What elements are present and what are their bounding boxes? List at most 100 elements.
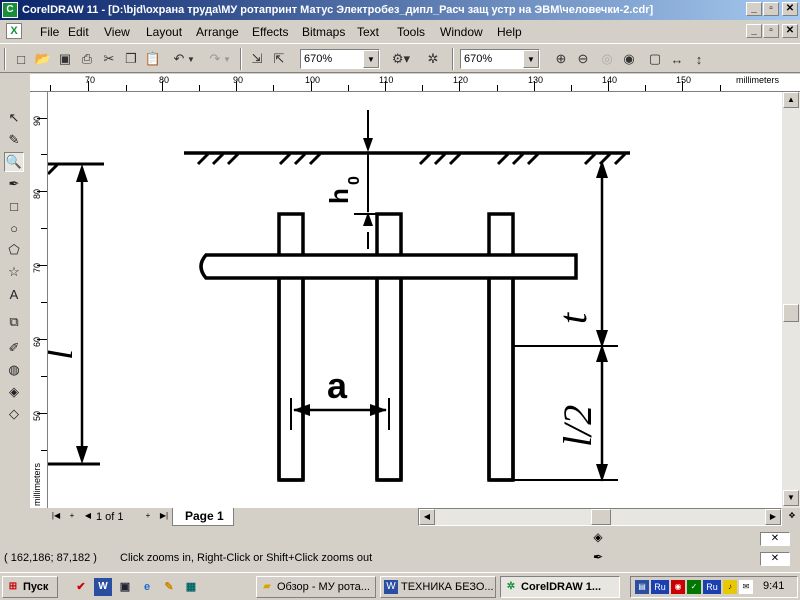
keyboard-tray-icon[interactable]: Ru [703,580,721,594]
chevron-down-icon[interactable]: ▼ [523,50,539,68]
add-page-after-button[interactable]: + [140,509,156,525]
save-icon[interactable]: ▣ [56,50,74,68]
application-launcher-icon[interactable]: ⚙▾ [388,50,414,68]
speaker-tray-icon[interactable]: ♪ [723,580,737,594]
zoom-height-icon[interactable]: ↕ [690,50,708,68]
cut-icon[interactable]: ✂ [100,50,118,68]
zoom-out-icon[interactable]: ⊖ [574,50,592,68]
navigator-icon[interactable]: ✥ [784,509,800,525]
menu-arrange[interactable]: Arrange [196,24,239,40]
outline-indicator-icon[interactable]: ✒ [590,550,606,566]
document-icon[interactable]: X [6,23,22,39]
antivirus-tray-icon[interactable]: ◉ [671,580,685,594]
pick-tool-icon[interactable]: ↖ [4,108,24,128]
corel-online-icon[interactable]: ✲ [424,50,442,68]
interactive-fill-tool-icon[interactable]: ◇ [4,404,24,424]
eyedropper-tool-icon[interactable]: ✐ [4,338,24,358]
open-folder-icon[interactable]: 📂 [34,50,52,68]
menu-tools[interactable]: Tools [397,24,425,40]
status-bar: ◈ ✒ ✕ ✕ ( 162,186; 87,182 ) Click zooms … [0,526,800,570]
language-tray-icon[interactable]: Ru [651,580,669,594]
undo-dropdown-icon[interactable]: ▼ [186,50,196,68]
doc-minimize-button[interactable]: _ [746,24,762,38]
horizontal-scroll-thumb[interactable] [591,509,611,525]
ie-quicklaunch-icon[interactable]: e [138,578,156,596]
scroll-up-button[interactable]: ▲ [783,92,799,108]
start-button[interactable]: ⊞ Пуск [2,576,58,598]
scroll-right-button[interactable]: ▶ [765,509,781,525]
acrobat-quicklaunch-icon[interactable]: ✔ [72,578,90,596]
text-tool-icon[interactable]: A [4,284,24,304]
taskbar-item-explorer[interactable]: ▰ Обзор - МУ рота... [256,576,376,598]
zoom-tool-icon[interactable]: 🔍 [4,152,24,172]
zoom-selected-icon[interactable]: ◎ [598,50,616,68]
calculator-quicklaunch-icon[interactable]: ▦ [182,578,200,596]
zoom-all-objects-icon[interactable]: ◉ [620,50,638,68]
ellipse-tool-icon[interactable]: ○ [4,218,24,238]
print-icon[interactable]: ⎙ [78,50,96,68]
new-document-icon[interactable]: □ [12,50,30,68]
coreldraw-app-icon[interactable]: C [2,2,18,18]
vertical-ruler[interactable]: 90 80 70 60 50 millimeters [30,92,48,508]
network-tray-icon[interactable]: ▤ [635,580,649,594]
fill-indicator-icon[interactable]: ◈ [590,530,606,546]
floppy-quicklaunch-icon[interactable]: ▣ [116,578,134,596]
interactive-blend-tool-icon[interactable]: ⧉ [4,312,24,332]
zoom-width-icon[interactable]: ↔ [668,50,686,68]
notepad-quicklaunch-icon[interactable]: ✎ [160,578,178,596]
page-tab[interactable]: Page 1 [172,508,234,526]
shape-tool-icon[interactable]: ✎ [4,130,24,150]
restore-button[interactable]: ▫ [763,2,779,16]
chevron-down-icon[interactable]: ▼ [363,50,379,68]
fill-none-swatch[interactable]: ✕ [760,532,790,546]
message-tray-icon[interactable]: ✉ [739,580,753,594]
menu-layout[interactable]: Layout [146,24,182,40]
first-page-button[interactable]: |◀ [48,509,64,525]
outline-none-swatch[interactable]: ✕ [760,552,790,566]
drawing-canvas[interactable]: h 0 a t l/2 l [48,92,782,508]
import-icon[interactable]: ⇲ [248,50,266,68]
zoom-page-icon[interactable]: ▢ [646,50,664,68]
vertical-scrollbar[interactable]: ▲ ▼ [782,92,800,508]
outline-tool-icon[interactable]: ◍ [4,360,24,380]
menu-effects[interactable]: Effects [252,24,288,40]
zoom-in-icon[interactable]: ⊕ [552,50,570,68]
menu-edit[interactable]: Edit [68,24,89,40]
horizontal-ruler[interactable]: 70 80 90 100 110 120 130 140 150 millime… [36,74,800,92]
menu-text[interactable]: Text [357,24,379,40]
zoom-level-combo[interactable]: 670% ▼ [300,49,380,69]
vertical-scroll-thumb[interactable] [783,304,799,322]
taskbar-item-word[interactable]: W ТЕХНИКА БЕЗО... [380,576,496,598]
taskbar-item-coreldraw[interactable]: ✲ CorelDRAW 1... [500,576,620,598]
freehand-tool-icon[interactable]: ✒ [4,174,24,194]
rectangle-tool-icon[interactable]: □ [4,196,24,216]
scroll-left-button[interactable]: ◀ [419,509,435,525]
close-button[interactable]: ✕ [782,2,798,16]
scroll-down-button[interactable]: ▼ [783,490,799,506]
export-icon[interactable]: ⇱ [270,50,288,68]
fill-tool-icon[interactable]: ◈ [4,382,24,402]
update-tray-icon[interactable]: ✓ [687,580,701,594]
menu-help[interactable]: Help [497,24,522,40]
basic-shapes-tool-icon[interactable]: ☆ [4,262,24,282]
redo-dropdown-icon[interactable]: ▼ [222,50,232,68]
previous-page-button[interactable]: ◀ [80,509,96,525]
menu-window[interactable]: Window [440,24,483,40]
polygon-tool-icon[interactable]: ⬠ [4,240,24,260]
menu-view[interactable]: View [104,24,130,40]
doc-restore-button[interactable]: ▫ [763,24,779,38]
horizontal-scrollbar[interactable]: ◀ ▶ [418,508,782,526]
ruler-label: 140 [602,75,618,85]
next-page-button[interactable]: ▶| [156,509,172,525]
add-page-before-button[interactable]: + [64,509,80,525]
copy-icon[interactable]: ❐ [122,50,140,68]
label-h0: h [324,188,354,204]
doc-close-button[interactable]: ✕ [782,24,798,38]
word-quicklaunch-icon[interactable]: W [94,578,112,596]
zoom-toolbar-combo[interactable]: 670% ▼ [460,49,540,69]
word-icon: W [384,580,398,594]
menu-bitmaps[interactable]: Bitmaps [302,24,345,40]
menu-file[interactable]: File [40,24,59,40]
minimize-button[interactable]: _ [746,2,762,16]
paste-icon[interactable]: 📋 [144,50,162,68]
